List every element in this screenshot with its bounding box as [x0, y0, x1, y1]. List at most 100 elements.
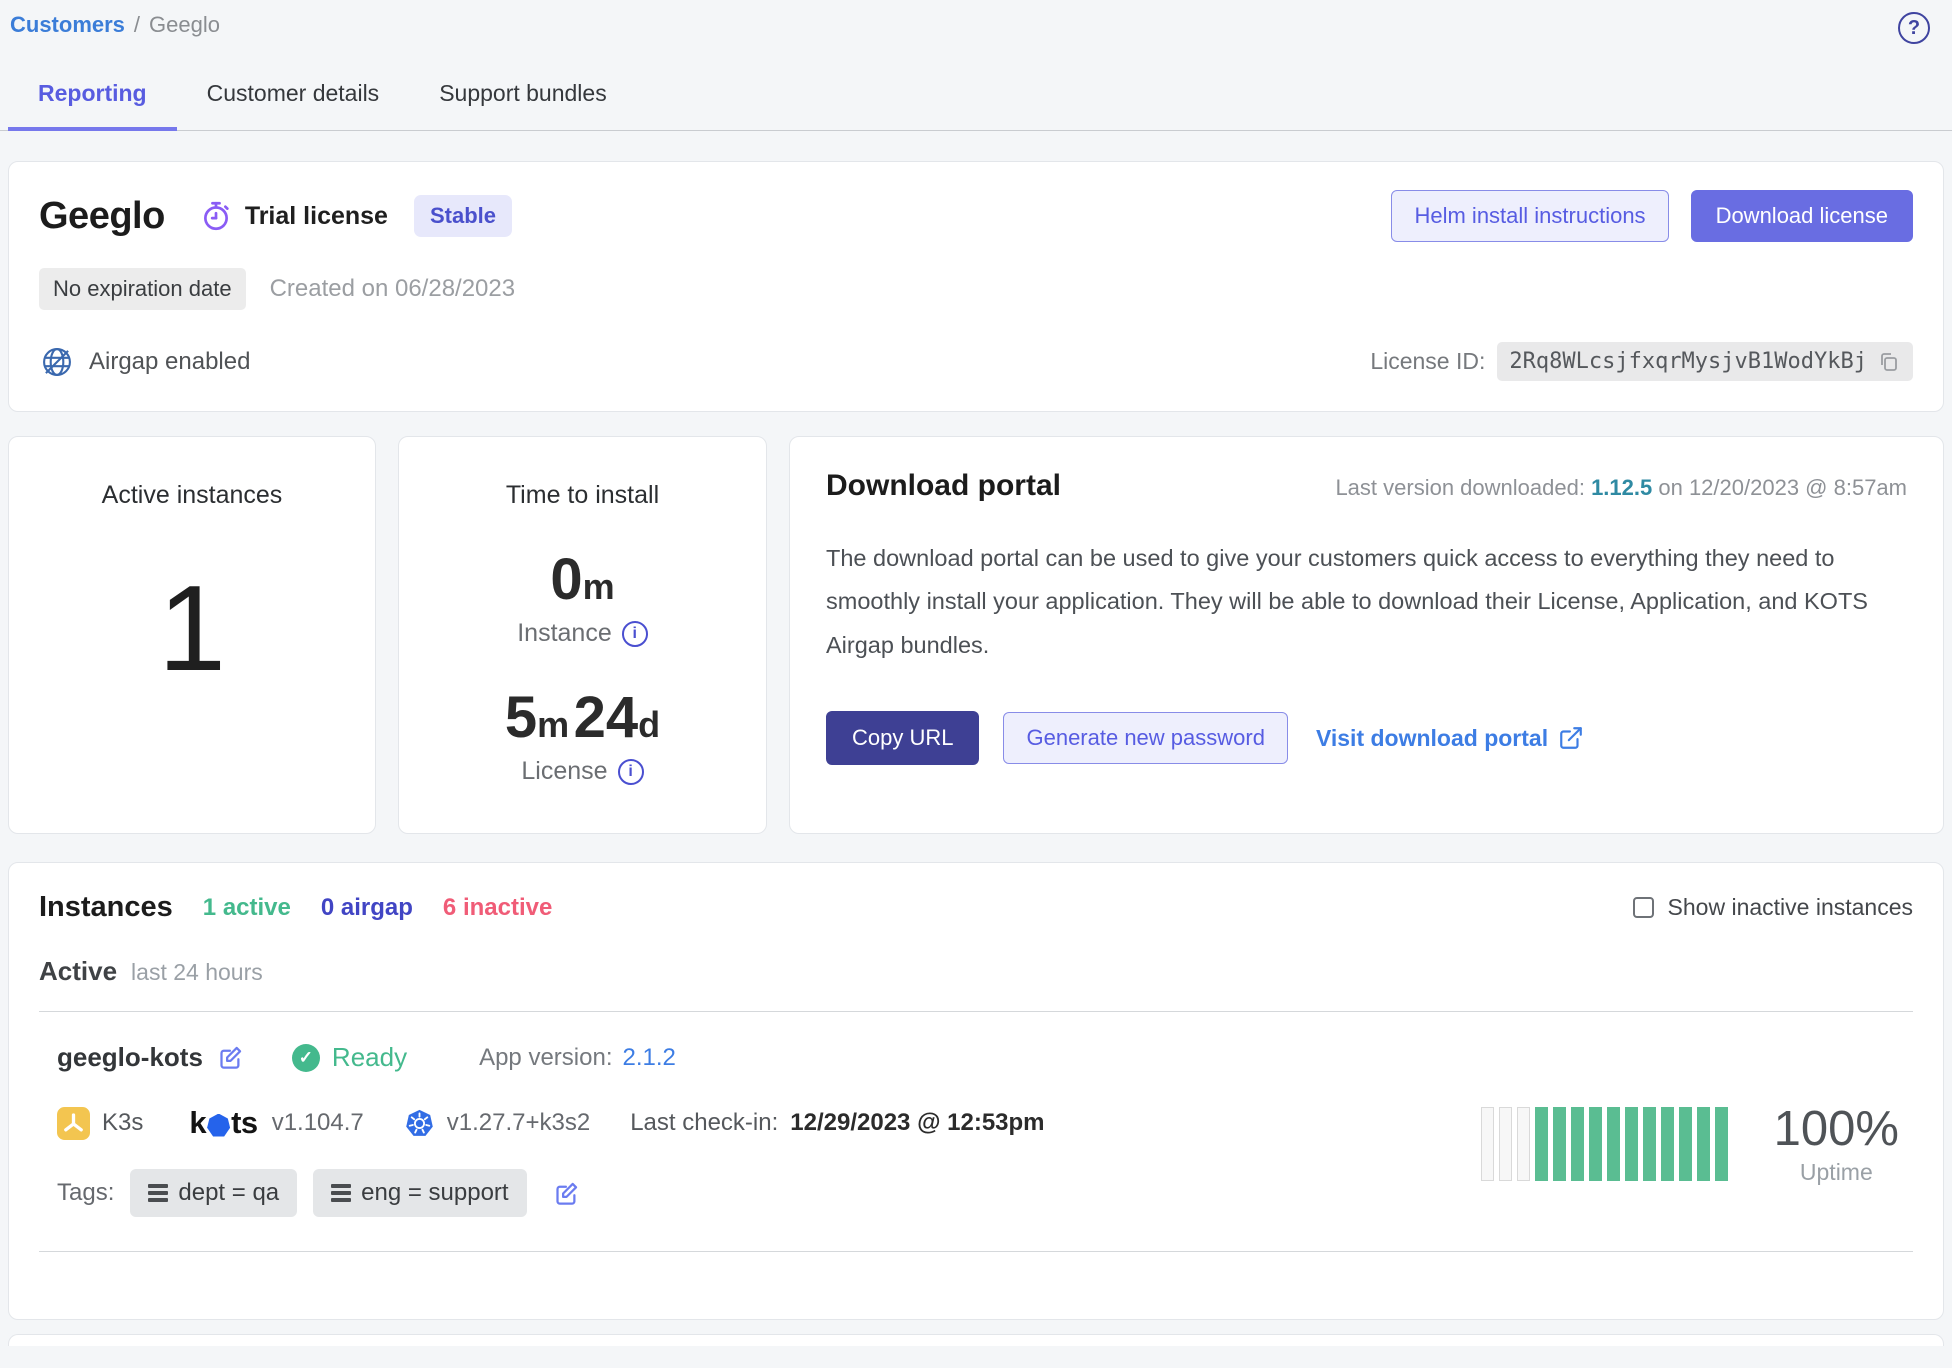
last-version-suffix: on 12/20/2023 @ 8:57am [1658, 475, 1907, 500]
last-version-prefix: Last version downloaded: [1335, 475, 1585, 500]
channel-badge: Stable [414, 195, 512, 237]
instances-title: Instances [39, 891, 173, 924]
uptime-bar [1571, 1107, 1584, 1181]
license-install-time: 5m 24d [399, 684, 766, 751]
visit-portal-label: Visit download portal [1316, 725, 1548, 752]
active-instances-title: Active instances [9, 481, 375, 510]
instance-time-number: 0 [550, 547, 582, 612]
kots-version: v1.104.7 [272, 1109, 364, 1137]
breadcrumb: Customers / Geeglo [10, 12, 220, 38]
instance-time-unit: m [583, 566, 615, 607]
visit-download-portal-link[interactable]: Visit download portal [1316, 725, 1584, 752]
instance-status: Ready [332, 1042, 407, 1073]
next-card-edge [8, 1334, 1944, 1346]
instance-install-time: 0m [399, 546, 766, 613]
license-card: Geeglo Trial license Stable Helm install… [8, 161, 1944, 412]
uptime-panel: 100% Uptime [1481, 1042, 1899, 1217]
tags-label: Tags: [57, 1179, 114, 1207]
time-to-install-title: Time to install [399, 481, 766, 510]
uptime-bar [1715, 1107, 1728, 1181]
customer-name: Geeglo [39, 195, 165, 238]
breadcrumb-separator: / [134, 12, 140, 38]
expiration-badge: No expiration date [39, 268, 246, 310]
last-version-downloaded: Last version downloaded: 1.12.5 on 12/20… [1335, 475, 1907, 501]
helm-install-instructions-button[interactable]: Helm install instructions [1391, 190, 1668, 242]
uptime-bar [1607, 1107, 1620, 1181]
tag-bars-icon [331, 1184, 351, 1202]
instance-name: geeglo-kots [57, 1042, 203, 1073]
trial-stopwatch-icon [199, 199, 233, 233]
tab-customer-details[interactable]: Customer details [177, 72, 410, 130]
help-icon[interactable]: ? [1898, 12, 1930, 44]
airgap-count[interactable]: 0 airgap [321, 894, 413, 922]
kubernetes-icon [404, 1108, 435, 1139]
uptime-bar [1697, 1107, 1710, 1181]
license-info-icon[interactable]: i [618, 759, 644, 785]
active-instances-count: 1 [9, 558, 375, 698]
show-inactive-label: Show inactive instances [1668, 894, 1913, 921]
time-to-install-card: Time to install 0m Instance i 5m 24d Lic… [398, 436, 767, 834]
generate-new-password-button[interactable]: Generate new password [1003, 712, 1287, 764]
instance-info-icon[interactable]: i [622, 621, 648, 647]
distribution-label: K3s [102, 1109, 143, 1137]
license-time-unit-2: d [638, 704, 660, 745]
license-time-number-1: 5 [505, 685, 537, 750]
instances-card: Instances 1 active 0 airgap 6 inactive S… [8, 862, 1944, 1320]
ready-check-icon: ✓ [292, 1044, 320, 1072]
copy-icon[interactable] [1877, 350, 1901, 374]
active-count[interactable]: 1 active [203, 894, 291, 922]
uptime-bar [1481, 1107, 1494, 1181]
edit-instance-name-icon[interactable] [217, 1044, 244, 1071]
uptime-bar [1661, 1107, 1674, 1181]
tag-label: eng = support [361, 1179, 508, 1207]
customer-reporting-page: Customers / Geeglo ? Reporting Customer … [0, 0, 1952, 1368]
tag-dept-qa[interactable]: dept = qa [130, 1169, 297, 1217]
edit-tags-icon[interactable] [553, 1180, 580, 1207]
uptime-bar [1625, 1107, 1638, 1181]
tag-eng-support[interactable]: eng = support [313, 1169, 526, 1217]
download-portal-title: Download portal [826, 469, 1061, 503]
download-portal-card: Download portal Last version downloaded:… [789, 436, 1944, 834]
license-id-pill: 2Rq8WLcsjfxqrMysjvB1WodYkBj [1497, 342, 1913, 381]
download-license-button[interactable]: Download license [1691, 190, 1913, 242]
tag-label: dept = qa [178, 1179, 279, 1207]
breadcrumb-current: Geeglo [149, 12, 220, 38]
show-inactive-checkbox[interactable] [1633, 897, 1654, 918]
copy-url-button[interactable]: Copy URL [826, 711, 979, 765]
app-version-label: App version: [479, 1044, 612, 1072]
license-id-label: License ID: [1370, 348, 1485, 375]
download-portal-description: The download portal can be used to give … [826, 537, 1907, 667]
uptime-bar [1535, 1107, 1548, 1181]
uptime-bar [1589, 1107, 1602, 1181]
airgap-globe-icon [39, 344, 75, 380]
k3s-icon [57, 1107, 90, 1140]
tab-support-bundles[interactable]: Support bundles [409, 72, 637, 130]
license-time-number-2: 24 [574, 685, 639, 750]
created-on-text: Created on 06/28/2023 [270, 275, 516, 303]
uptime-bar [1643, 1107, 1656, 1181]
last-checkin-value: 12/29/2023 @ 12:53pm [790, 1109, 1044, 1137]
show-inactive-toggle[interactable]: Show inactive instances [1633, 894, 1913, 921]
uptime-label: Uptime [1774, 1159, 1899, 1186]
uptime-bar [1517, 1107, 1530, 1181]
tab-reporting[interactable]: Reporting [8, 72, 177, 131]
inactive-count[interactable]: 6 inactive [443, 894, 552, 922]
divider [39, 1011, 1913, 1012]
topbar: Customers / Geeglo ? [0, 0, 1952, 44]
instance-time-label: Instance [517, 619, 612, 648]
tab-bar: Reporting Customer details Support bundl… [0, 72, 1952, 131]
license-time-label: License [521, 757, 607, 786]
instance-row: geeglo-kots ✓ Ready App version: 2.1.2 [39, 1042, 1913, 1217]
airgap-enabled-label: Airgap enabled [89, 348, 250, 376]
stats-row: Active instances 1 Time to install 0m In… [8, 436, 1944, 834]
kots-logo-o [207, 1114, 230, 1137]
app-version-link[interactable]: 2.1.2 [622, 1044, 675, 1072]
external-link-icon [1558, 725, 1584, 751]
kots-logo: kts [189, 1105, 257, 1141]
divider [39, 1251, 1913, 1252]
license-type-label: Trial license [245, 202, 388, 231]
breadcrumb-customers-link[interactable]: Customers [10, 12, 125, 38]
uptime-bars [1481, 1107, 1728, 1181]
tag-bars-icon [148, 1184, 168, 1202]
last-version-link[interactable]: 1.12.5 [1591, 475, 1652, 500]
